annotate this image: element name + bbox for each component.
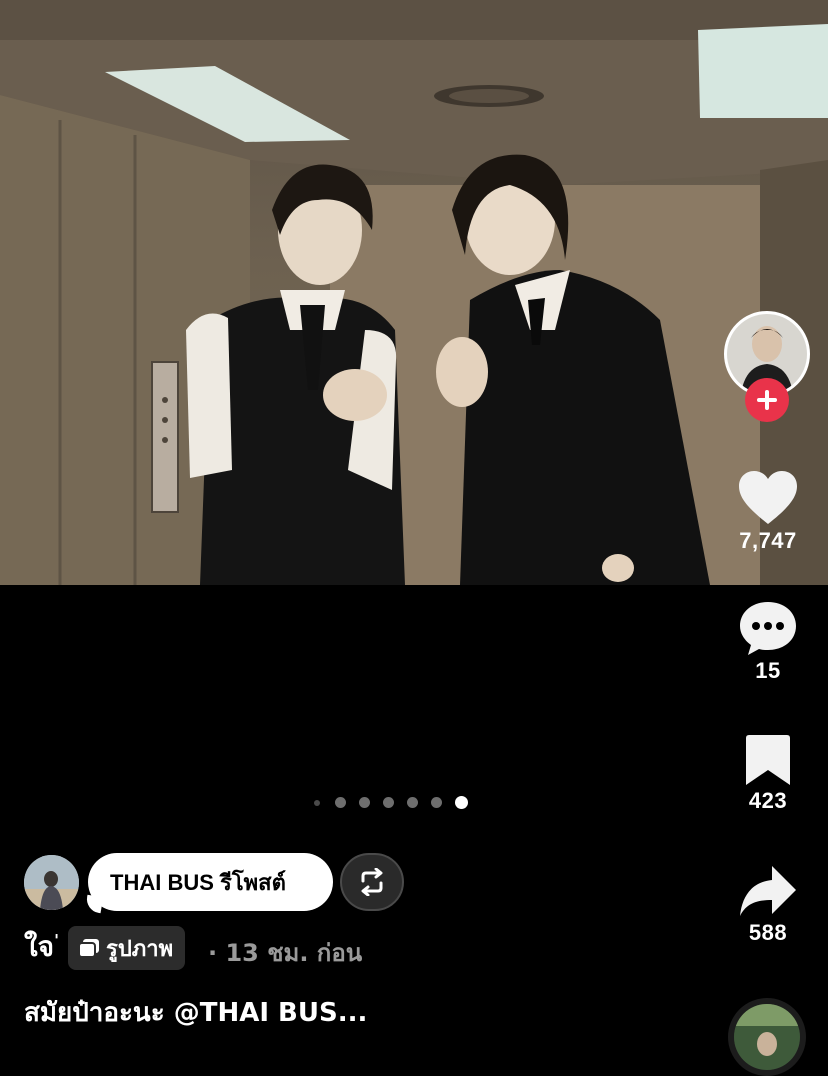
music-disc-image [734, 1004, 800, 1070]
repost-label-bubble[interactable]: THAI BUS รีโพสต์ [88, 853, 333, 911]
share-button[interactable]: 588 [728, 864, 808, 946]
comment-count: 15 [755, 658, 781, 683]
music-disc[interactable] [728, 998, 806, 1076]
author-username[interactable]: ใจ' [24, 925, 59, 969]
heart-icon [739, 471, 797, 524]
repost-label: THAI BUS รีโพสต์ [110, 869, 286, 895]
save-count: 423 [748, 788, 788, 813]
username-mark: ' [54, 930, 59, 950]
post-photo[interactable] [0, 0, 828, 585]
page-dot [335, 797, 346, 808]
photo-icon [78, 939, 99, 958]
page-dot [359, 797, 370, 808]
post-caption[interactable]: สมัยป๋าอะนะ @THAI BUS... [24, 992, 367, 1033]
photo-illustration [0, 0, 828, 585]
save-button[interactable]: 423 [728, 734, 808, 814]
comment-button[interactable]: 15 [728, 600, 808, 684]
page-dot [314, 799, 320, 806]
share-count: 588 [748, 920, 788, 945]
repost-icon [361, 868, 383, 896]
carousel-pagination [314, 796, 481, 809]
reposter-avatar[interactable] [24, 855, 79, 910]
repost-button[interactable] [340, 853, 404, 911]
follow-button[interactable] [745, 378, 789, 422]
post-type-badge: รูปภาพ [68, 926, 186, 970]
comment-icon [740, 602, 796, 655]
page-dot [431, 797, 442, 808]
like-button[interactable]: 7,747 [728, 470, 808, 554]
reposter-avatar-image [24, 855, 79, 910]
post-type-label: รูปภาพ [106, 936, 174, 962]
post-timestamp: · 13 ชม. ก่อน [208, 939, 363, 967]
bookmark-icon [746, 735, 790, 785]
plus-icon [757, 390, 777, 410]
share-icon [740, 866, 796, 916]
page-dot [407, 797, 418, 808]
page-dot-active [455, 796, 468, 809]
page-dot [383, 797, 394, 808]
like-count: 7,747 [739, 528, 797, 553]
